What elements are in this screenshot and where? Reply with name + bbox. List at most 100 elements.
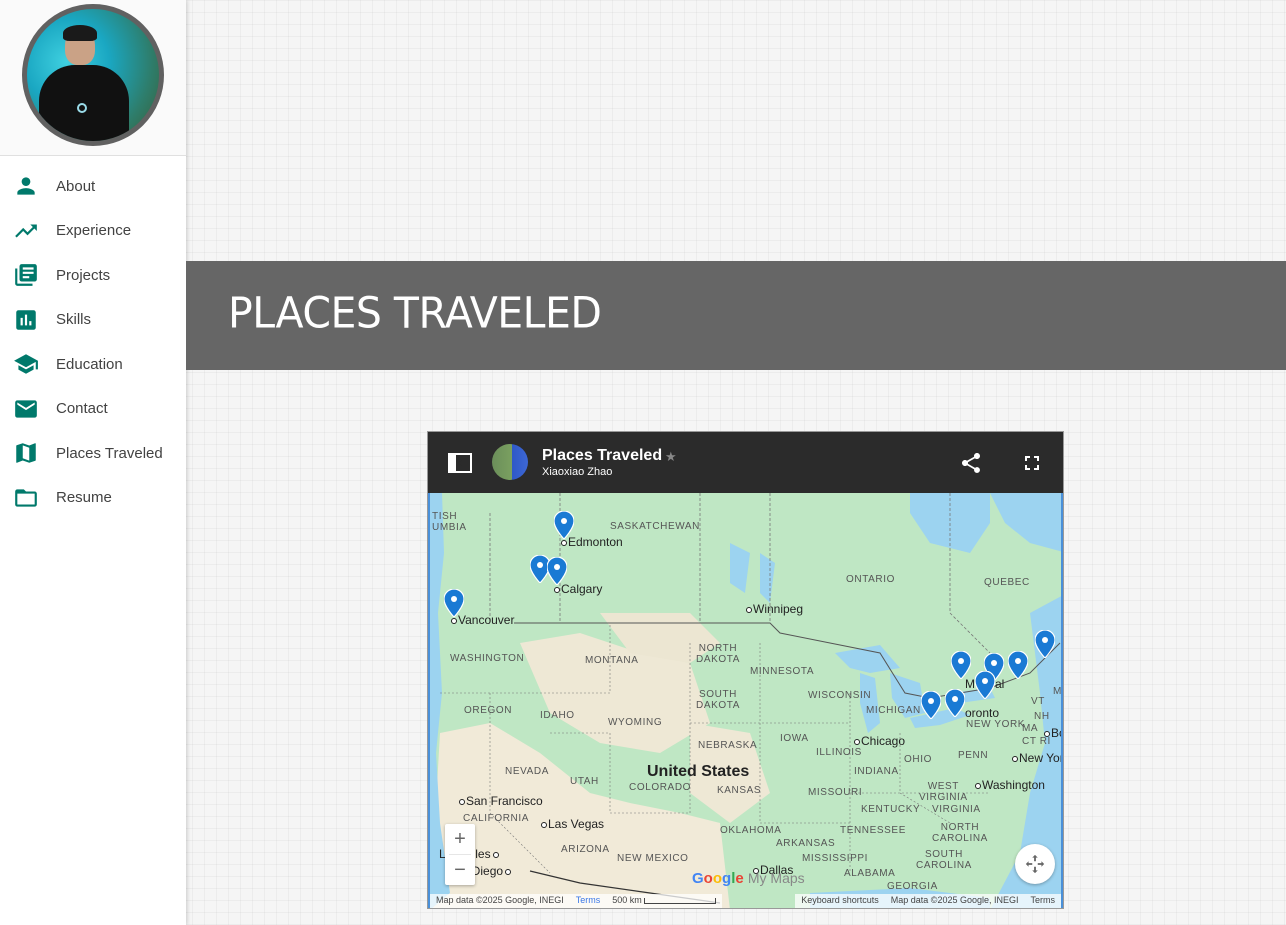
legend-toggle-button[interactable]: [448, 452, 472, 474]
region-label-quebec: QUEBEC: [984, 577, 1030, 588]
region-label-california: CALIFORNIA: [463, 813, 530, 824]
map-embed[interactable]: Places Traveled ★ Xiaoxiao Zhao TISH UMB…: [427, 431, 1064, 909]
region-label-illinois: ILLINOIS: [816, 747, 862, 758]
library-books-icon: [13, 262, 39, 288]
city-chicago: Chicago: [854, 734, 905, 748]
keyboard-shortcuts-link[interactable]: Keyboard shortcuts: [801, 895, 879, 907]
profile-header: [0, 0, 186, 156]
region-label-arizona: ARIZONA: [561, 844, 610, 855]
mail-icon: [13, 396, 39, 422]
region-label-west-virginia: WEST VIRGINIA: [919, 781, 968, 803]
zoom-in-button[interactable]: +: [445, 824, 475, 854]
region-label-wisconsin: WISCONSIN: [808, 690, 872, 701]
sidebar-item-skills[interactable]: Skills: [0, 298, 186, 343]
region-label-mississippi: MISSISSIPPI: [802, 853, 869, 864]
section-title: PLACES TRAVELED: [228, 287, 602, 339]
region-label-nevada: NEVADA: [505, 766, 549, 777]
region-label-north-carolina: NORTH CAROLINA: [932, 822, 988, 844]
region-label-minnesota: MINNESOTA: [750, 666, 815, 677]
map-pin-kingston[interactable]: [974, 670, 996, 700]
region-label-iowa: IOWA: [780, 733, 809, 744]
sidebar-nav: About Experience Projects Skills Educati…: [0, 156, 186, 520]
sidebar-item-label: Resume: [56, 489, 112, 507]
region-label-penn: PENN: [958, 750, 989, 761]
zoom-out-button[interactable]: −: [445, 855, 475, 885]
region-label-new-york: NEW YORK: [966, 719, 1026, 730]
terms-link[interactable]: Terms: [576, 895, 601, 907]
sidebar-item-label: Projects: [56, 266, 111, 284]
map-author: Xiaoxiao Zhao: [542, 466, 613, 478]
sidebar-item-experience[interactable]: Experience: [0, 209, 186, 254]
sidebar-item-contact[interactable]: Contact: [0, 387, 186, 432]
region-label-montana: MONTANA: [585, 655, 639, 666]
trending-up-icon: [13, 218, 39, 244]
map-attribution: Map data ©2025 Google, INEGI Terms 500 k…: [430, 894, 1061, 908]
region-label-oregon: OREGON: [464, 705, 513, 716]
folder-icon: [13, 485, 39, 511]
sidebar-item-label: Contact: [56, 400, 108, 418]
attribution-text: Map data ©2025 Google, INEGI: [890, 895, 1019, 905]
city-san-francisco: San Francisco: [459, 794, 543, 808]
attribution-left: Map data ©2025 Google, INEGI Terms 500 k…: [430, 894, 723, 908]
map-pin-london-on[interactable]: [920, 690, 942, 720]
map-basemap: [430, 493, 1061, 908]
sidebar-item-label: Places Traveled: [56, 444, 163, 462]
region-label-vt: VT: [1031, 696, 1045, 707]
region-label-virginia: VIRGINIA: [932, 804, 981, 815]
sidebar-item-label: Education: [56, 355, 123, 373]
region-label-ma-north: MA: [1053, 686, 1062, 697]
pin-icon: [920, 690, 942, 720]
region-label-utah: UTAH: [570, 776, 599, 787]
sidebar-item-label: Experience: [56, 222, 132, 240]
map-pin-montreal[interactable]: [1007, 650, 1029, 680]
map-pin-toronto[interactable]: [944, 688, 966, 718]
region-label-idaho: IDAHO: [540, 710, 575, 721]
share-button[interactable]: [959, 451, 983, 475]
sidebar-item-projects[interactable]: Projects: [0, 253, 186, 298]
map-pin-vancouver[interactable]: [443, 588, 465, 618]
region-label-oklahoma: OKLAHOMA: [720, 825, 782, 836]
person-icon: [13, 173, 39, 199]
pin-icon: [546, 556, 568, 586]
map-pin-ottawa[interactable]: [950, 650, 972, 680]
share-icon: [962, 453, 980, 473]
sidebar-item-resume[interactable]: Resume: [0, 476, 186, 521]
city-winnipeg: Winnipeg: [746, 602, 803, 616]
region-label-colorado: COLORADO: [629, 782, 692, 793]
map-canvas[interactable]: TISH UMBIA SASKATCHEWAN ONTARIO QUEBEC WA…: [428, 493, 1063, 908]
sidebar-item-education[interactable]: Education: [0, 342, 186, 387]
sidebar-item-about[interactable]: About: [0, 164, 186, 209]
bar-chart-icon: [13, 307, 39, 333]
city-boston: Bo: [1044, 726, 1061, 740]
region-label-wyoming: WYOMING: [608, 717, 663, 728]
region-label-alabama: ALABAMA: [844, 868, 896, 879]
country-label: United States: [647, 763, 750, 780]
terms-link[interactable]: Terms: [1031, 895, 1056, 907]
pin-icon: [944, 688, 966, 718]
city-new-york: New Yor: [1012, 751, 1061, 765]
map-pin-edmonton[interactable]: [553, 510, 575, 540]
region-label-ohio: OHIO: [904, 754, 932, 765]
sidebar-item-places-traveled[interactable]: Places Traveled: [0, 431, 186, 476]
zoom-control: + −: [445, 824, 475, 885]
region-label-missouri: MISSOURI: [808, 787, 863, 798]
sidebar: About Experience Projects Skills Educati…: [0, 0, 186, 925]
section-banner: PLACES TRAVELED: [186, 261, 1286, 370]
city-toronto: oronto: [965, 706, 1000, 720]
region-label-ontario: ONTARIO: [846, 574, 896, 585]
star-icon[interactable]: ★: [665, 449, 677, 465]
map-pin-calgary[interactable]: [546, 556, 568, 586]
map-icon: [13, 440, 39, 466]
fullscreen-button[interactable]: [1020, 451, 1044, 475]
school-icon: [13, 351, 39, 377]
region-label-south-dakota: SOUTH DAKOTA: [696, 689, 740, 711]
region-label-saskatchewan: SASKATCHEWAN: [610, 521, 700, 532]
map-title: Places Traveled: [542, 447, 663, 464]
map-pin-quebec-city[interactable]: [1034, 629, 1056, 659]
region-label-north-dakota: NORTH DAKOTA: [696, 643, 740, 665]
region-label-washington: WASHINGTON: [450, 653, 525, 664]
avatar: [22, 4, 164, 146]
move-arrows-icon: [1025, 854, 1045, 874]
recenter-button[interactable]: [1015, 844, 1055, 884]
pin-icon: [950, 650, 972, 680]
